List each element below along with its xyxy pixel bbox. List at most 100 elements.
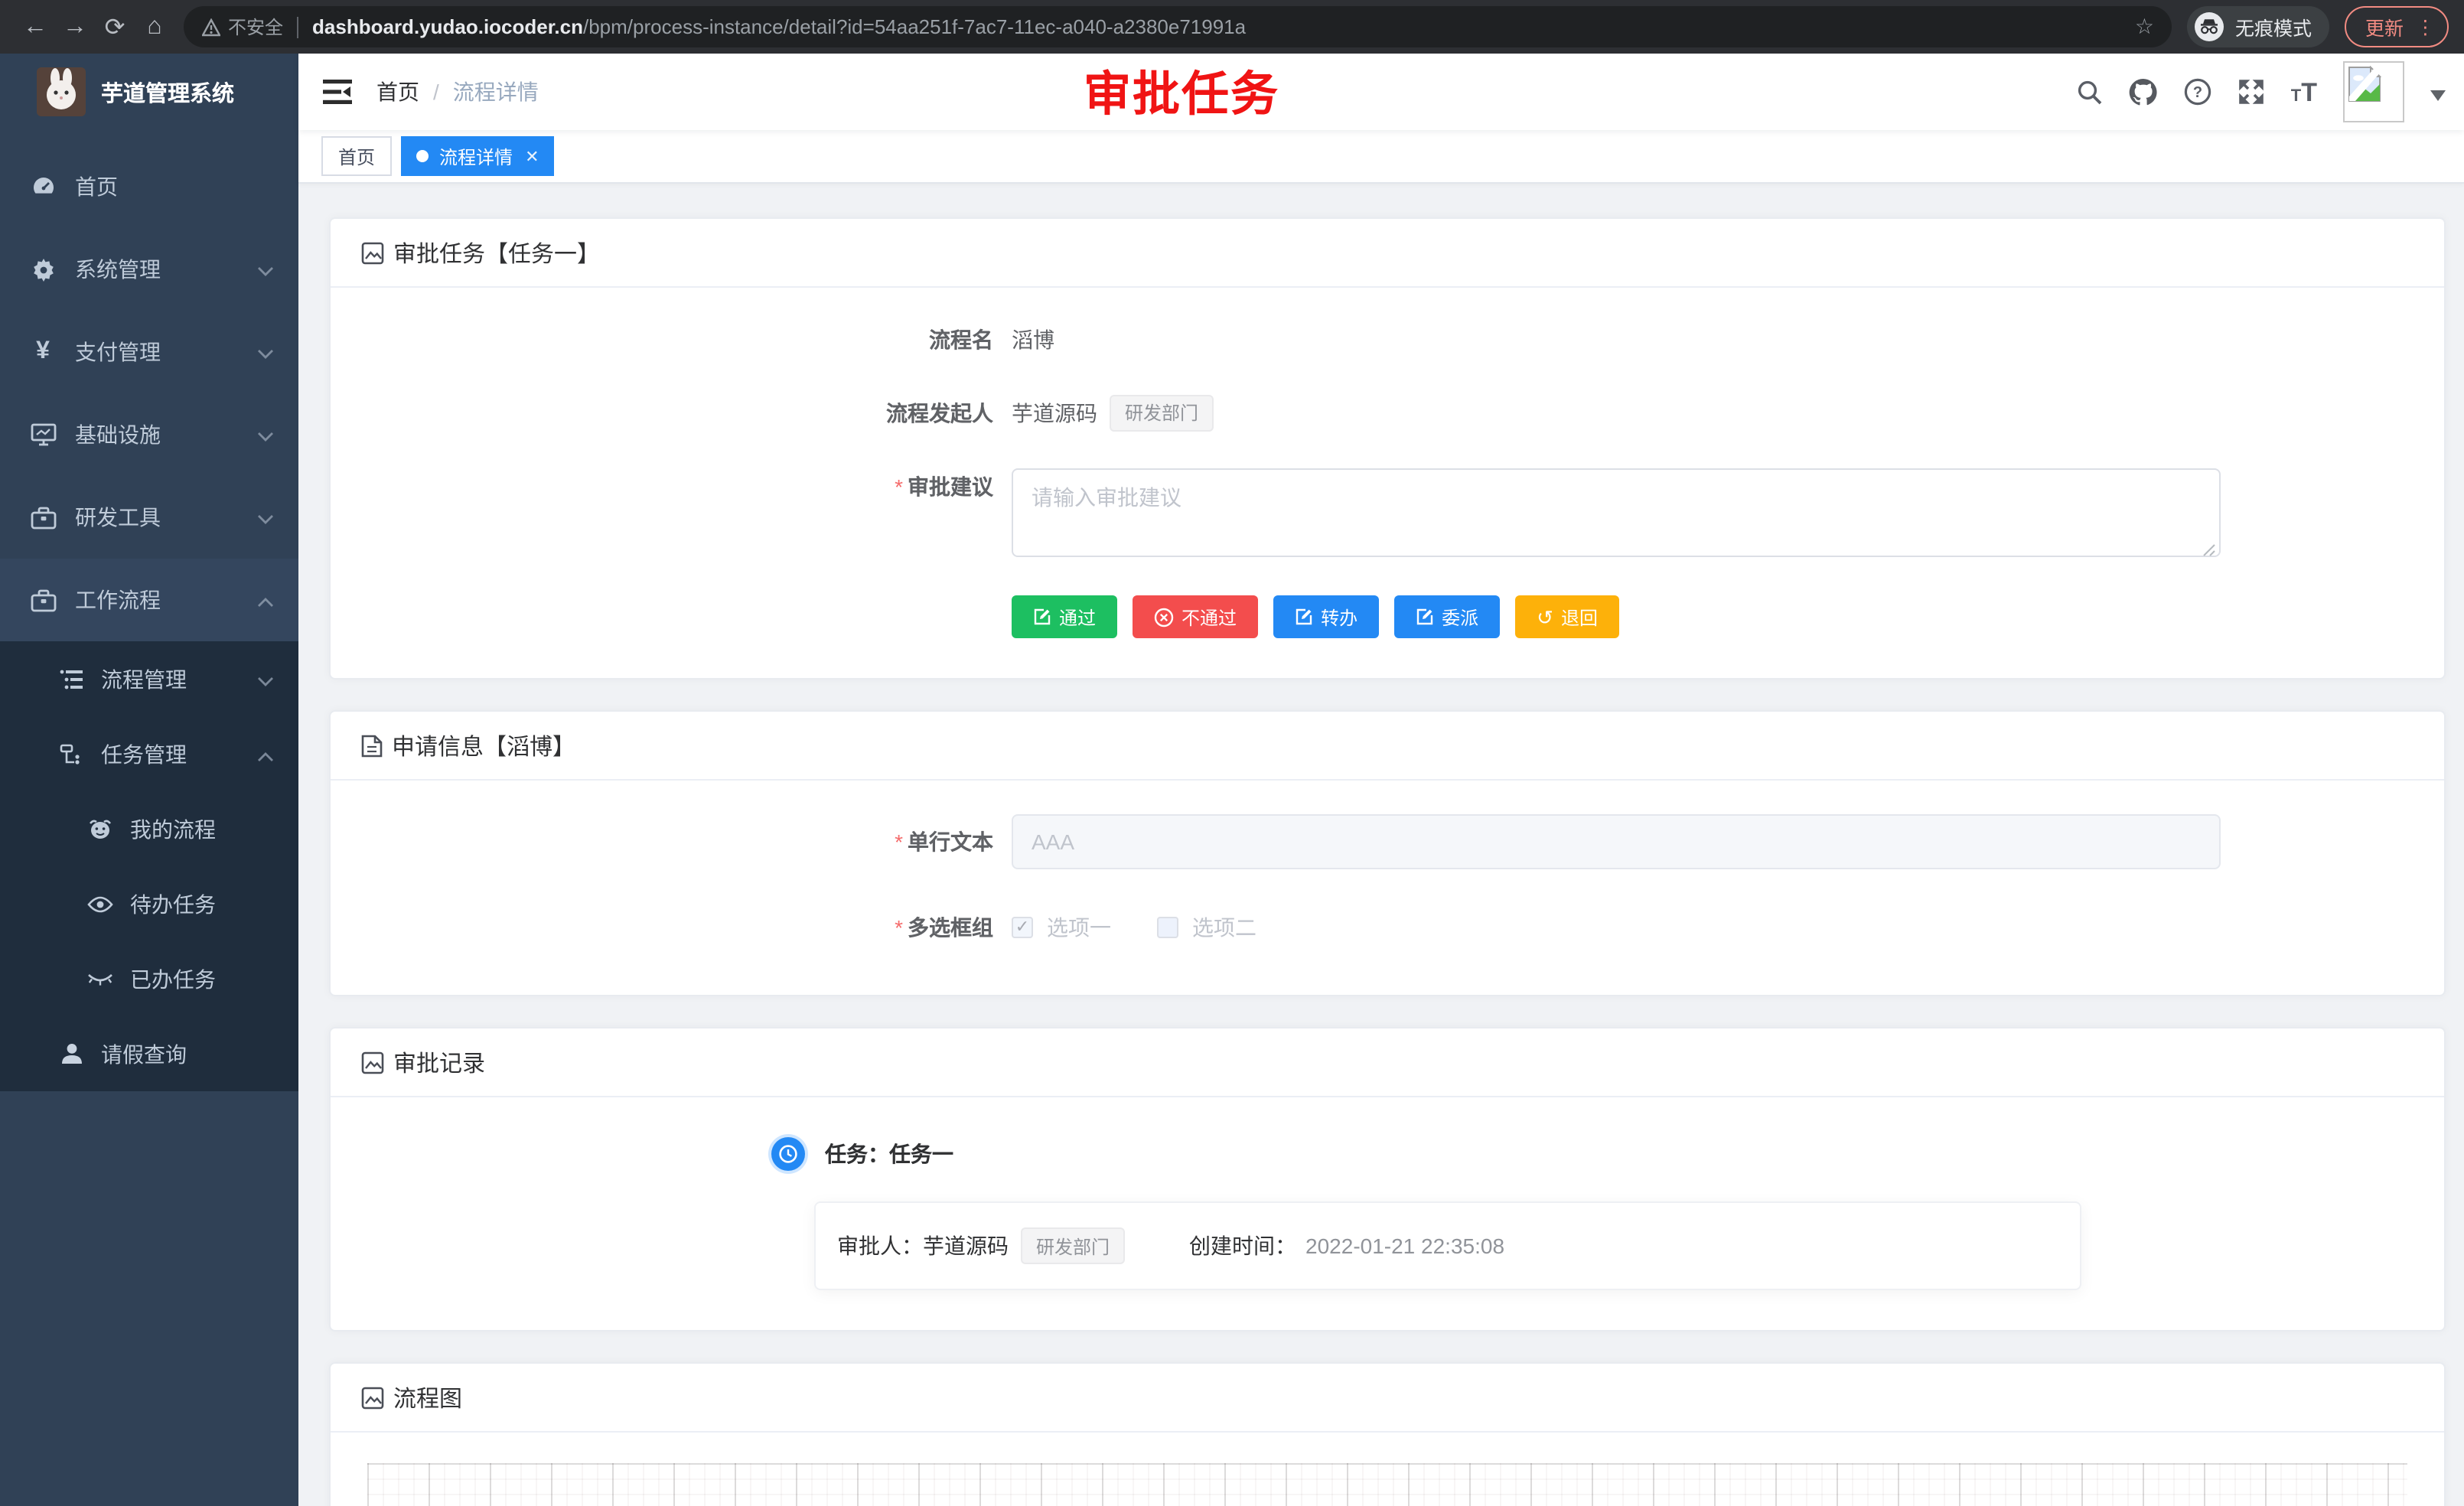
dept-tag: 研发部门 [1110,395,1214,432]
sidebar-item-label: 首页 [75,171,118,202]
checkbox-group-label: 多选框组 [908,915,993,940]
fullscreen-icon[interactable] [2237,78,2265,106]
record-detail-box: 审批人： 芋道源码 研发部门 创建时间： 2022-01-21 22:35:08 [814,1201,2081,1290]
task-title: 任务：任务一 [825,1139,953,1169]
approval-task-card: 审批任务【任务一】 流程名 滔博 流程发起人 芋道源码 研发部门 [329,217,2446,680]
tree-table-icon [58,668,84,689]
face-icon [87,818,113,839]
card-header: 申请信息【滔博】 [331,712,2444,781]
update-label: 更新 [2365,12,2404,41]
approver-label: 审批人： [837,1231,923,1261]
sidebar-item-task-mgmt[interactable]: 任务管理 [0,716,298,791]
github-icon[interactable] [2129,78,2158,106]
font-size-icon[interactable]: TT [2291,79,2317,105]
sidebar-item-my-process[interactable]: 我的流程 [0,791,298,866]
sidebar-menu: 首页 系统管理 ¥ 支付管理 基础设施 [0,130,298,1091]
sidebar-item-infra[interactable]: 基础设施 [0,393,298,476]
back-icon[interactable]: ← [15,13,55,41]
process-name-value: 滔博 [1012,321,1054,358]
sidebar-item-label: 请假查询 [101,1038,187,1069]
broken-image-icon [2348,66,2381,103]
process-name-label: 流程名 [361,321,1012,358]
chevron-down-icon [257,505,274,530]
help-icon[interactable]: ? [2184,78,2211,106]
sidebar-item-label: 基础设施 [75,419,161,450]
sidebar-item-home[interactable]: 首页 [0,145,298,228]
forward-icon[interactable]: → [55,13,95,41]
sidebar-item-label: 已办任务 [130,963,216,994]
url-bar[interactable]: 不安全 dashboard.yudao.iocoder.cn/bpm/proce… [184,6,2172,47]
sidebar-item-pay[interactable]: ¥ 支付管理 [0,311,298,393]
checkbox-checked-icon: ✓ [1012,917,1033,938]
sidebar-item-leave-query[interactable]: 请假查询 [0,1016,298,1091]
app-logo[interactable]: 芋道管理系统 [0,54,298,130]
incognito-label: 无痕模式 [2235,12,2312,41]
sidebar-item-label: 流程管理 [101,663,187,694]
browser-menu-icon[interactable]: ⋮ [2416,19,2435,34]
single-text-label: 单行文本 [908,830,993,854]
red-annotation: 审批任务 [1084,55,1279,124]
sidebar-item-done-tasks[interactable]: 已办任务 [0,941,298,1016]
tab-home[interactable]: 首页 [321,136,392,176]
card-header: 流程图 [331,1364,2444,1433]
single-text-row: *单行文本 [361,814,2413,869]
screen: ← → ⟳ ⌂ 不安全 dashboard.yudao.iocoder.cn/b… [0,0,2464,1506]
sidebar-item-system[interactable]: 系统管理 [0,228,298,311]
reload-icon[interactable]: ⟳ [95,11,135,42]
single-text-input[interactable] [1012,814,2221,869]
suggestion-label: 审批建议 [908,474,993,499]
checkbox-label: 选项一 [1047,912,1111,943]
top-navbar: 首页 / 流程详情 审批任务 ? TT [298,54,2464,130]
tab-process-detail[interactable]: 流程详情 ✕ [401,136,554,176]
picture-icon [361,241,384,264]
url-path: /bpm/process-instance/detail?id=54aa251f… [583,15,1246,38]
sidebar-item-workflow[interactable]: 工作流程 [0,559,298,641]
yen-icon: ¥ [29,340,57,364]
approval-record-card: 审批记录 任务：任务一 审批人： 芋道源码 研发部门 创建时间： [329,1027,2446,1332]
application-info-card: 申请信息【滔博】 *单行文本 *多选框组 ✓ 选项一 [329,710,2446,996]
avatar-caret-icon[interactable] [2430,90,2446,109]
sidebar-item-process-mgmt[interactable]: 流程管理 [0,641,298,716]
card-title: 审批任务【任务一】 [393,236,600,269]
url-text: dashboard.yudao.iocoder.cn/bpm/process-i… [312,15,2123,38]
button-label: 转办 [1321,604,1357,630]
required-asterisk: * [895,474,903,499]
chevron-down-icon [257,422,274,447]
avatar[interactable] [2343,61,2404,122]
sidebar: 芋道管理系统 首页 系统管理 ¥ 支付管理 [0,54,298,1506]
card-header: 审批记录 [331,1028,2444,1097]
search-icon[interactable] [2077,79,2103,105]
initiator-label: 流程发起人 [361,395,1012,432]
home-icon[interactable]: ⌂ [135,13,174,41]
create-time-value: 2022-01-21 22:35:08 [1305,1234,1504,1258]
approve-button[interactable]: 通过 [1012,595,1117,638]
card-title: 申请信息【滔博】 [392,729,575,761]
delegate-button[interactable]: 委派 [1394,595,1500,638]
edit-icon [1416,608,1434,626]
update-button[interactable]: 更新 ⋮ [2345,6,2449,47]
warning-icon [202,18,220,36]
bookmark-star-icon[interactable]: ☆ [2135,14,2154,40]
dept-tag: 研发部门 [1021,1227,1125,1264]
initiator-row: 流程发起人 芋道源码 研发部门 [361,395,2413,432]
active-dot [416,150,429,162]
transfer-button[interactable]: 转办 [1273,595,1379,638]
initiator-value: 芋道源码 [1012,395,1097,432]
return-button[interactable]: ↺ 退回 [1515,595,1619,638]
flow-icon [58,743,84,764]
hamburger-icon[interactable] [298,80,376,104]
breadcrumb-home[interactable]: 首页 [376,77,419,107]
security-warning[interactable]: 不安全 [202,14,283,40]
sidebar-item-devtools[interactable]: 研发工具 [0,476,298,559]
bpmn-canvas-grid[interactable] [367,1463,2407,1506]
close-icon[interactable]: ✕ [525,146,539,166]
breadcrumb: 首页 / 流程详情 [376,77,539,107]
button-label: 不通过 [1181,604,1237,630]
reject-button[interactable]: 不通过 [1133,595,1258,638]
gear-icon [29,256,57,282]
checkbox-option-2[interactable]: 选项二 [1157,912,1256,943]
checkbox-option-1[interactable]: ✓ 选项一 [1012,912,1111,943]
suggestion-textarea[interactable] [1012,468,2221,557]
eye-open-icon [87,895,113,913]
sidebar-item-todo-tasks[interactable]: 待办任务 [0,866,298,941]
